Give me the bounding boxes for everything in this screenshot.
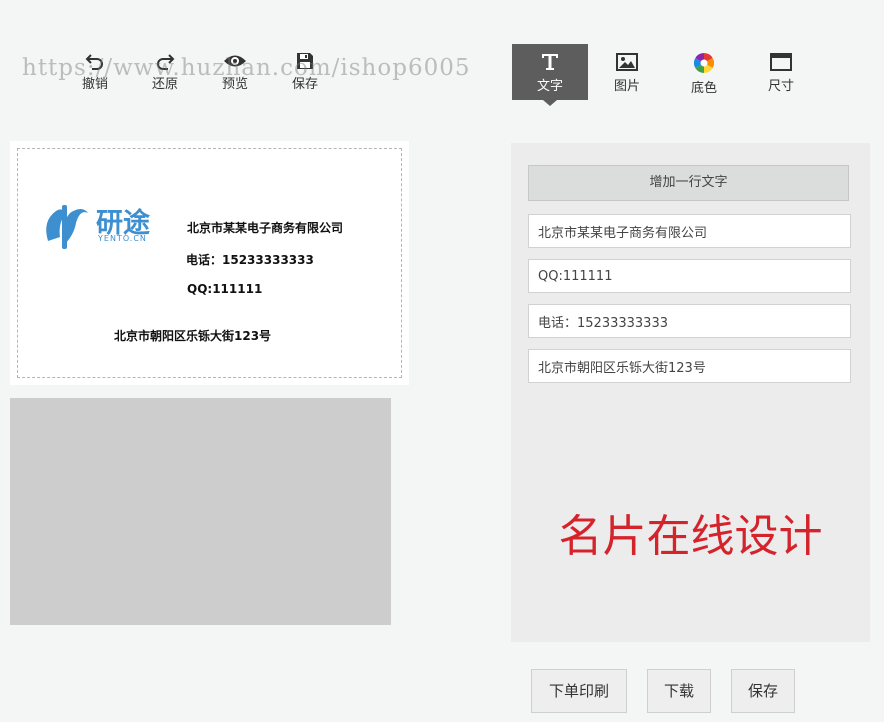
tab-text[interactable]: 文字	[512, 44, 588, 106]
color-wheel-icon	[694, 53, 714, 73]
undo-icon	[85, 54, 103, 70]
business-card-canvas[interactable]: 研途 YENTO.CN 北京市某某电子商务有限公司 电话：15233333333…	[10, 141, 409, 385]
add-text-line-button[interactable]: 增加一行文字	[528, 165, 849, 201]
promo-banner-text: 名片在线设计	[558, 511, 823, 562]
text-line-field[interactable]	[528, 304, 851, 338]
image-icon	[616, 53, 638, 71]
brand-logo: 研途 YENTO.CN	[40, 201, 172, 251]
redo-label: 还原	[151, 77, 178, 92]
brand-logo-icon	[46, 205, 88, 249]
preview-label: 预览	[221, 77, 248, 92]
tab-text-label: 文字	[536, 79, 563, 94]
download-button[interactable]: 下载	[647, 669, 711, 713]
card-qq[interactable]: QQ:111111	[187, 282, 262, 296]
eye-icon	[224, 55, 246, 67]
tab-image[interactable]: 图片	[589, 44, 665, 100]
text-line-field[interactable]	[528, 214, 851, 248]
save-button[interactable]: 保存	[731, 669, 795, 713]
tab-background-color-label: 底色	[690, 81, 717, 96]
redo-button[interactable]: 还原	[140, 52, 190, 92]
save-toolbar-label: 保存	[291, 77, 318, 92]
text-line-field[interactable]	[528, 259, 851, 293]
tab-background-color[interactable]: 底色	[666, 44, 742, 100]
tab-image-label: 图片	[613, 79, 640, 94]
card-phone[interactable]: 电话：15233333333	[186, 251, 314, 268]
text-edit-panel: 增加一行文字 名片在线设计	[511, 143, 870, 642]
save-toolbar-button[interactable]: 保存	[280, 52, 330, 92]
tab-size[interactable]: 尺寸	[743, 44, 819, 100]
card-company-name[interactable]: 北京市某某电子商务有限公司	[187, 219, 343, 236]
text-line-field[interactable]	[528, 349, 851, 383]
preview-button[interactable]: 预览	[210, 52, 260, 92]
brand-logo-subtext: YENTO.CN	[98, 234, 147, 243]
size-icon	[770, 53, 792, 71]
tab-size-label: 尺寸	[767, 79, 794, 94]
undo-button[interactable]: 撤销	[70, 52, 120, 92]
order-print-button[interactable]: 下单印刷	[531, 669, 627, 713]
card-address[interactable]: 北京市朝阳区乐铄大街123号	[114, 327, 271, 344]
text-icon	[542, 54, 558, 70]
card-back-preview[interactable]	[10, 398, 391, 625]
redo-icon	[157, 54, 175, 70]
floppy-icon	[297, 53, 313, 69]
undo-label: 撤销	[81, 77, 108, 92]
